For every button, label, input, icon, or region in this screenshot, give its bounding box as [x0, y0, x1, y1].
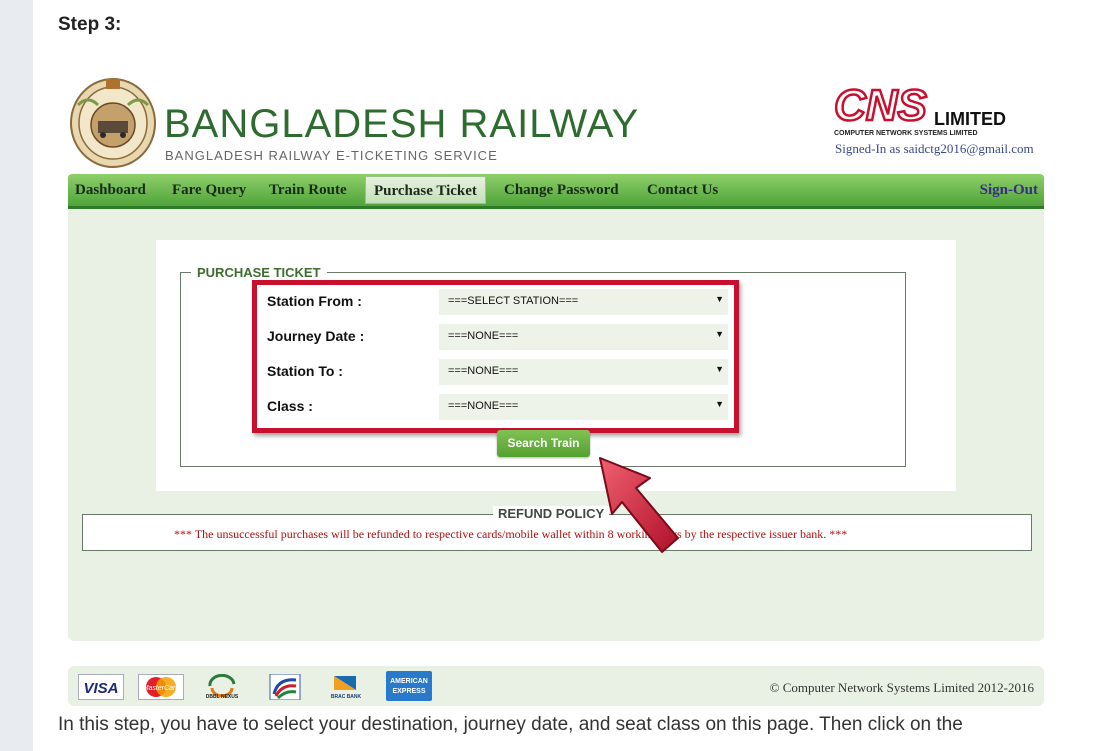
bkash-icon: [269, 674, 301, 700]
nav-change-password[interactable]: Change Password: [504, 182, 619, 199]
class-label: Class :: [267, 398, 313, 414]
refund-policy-box: REFUND POLICY *** The unsuccessful purch…: [82, 506, 1032, 551]
station-from-label: Station From :: [267, 293, 362, 309]
brac-bank-icon: BRAC BANK: [331, 676, 362, 700]
instruction-text: In this step, you have to select your de…: [58, 714, 963, 735]
purchase-panel: PURCHASE TICKET Station From : ===SELECT…: [156, 240, 956, 491]
nav-fare-query[interactable]: Fare Query: [172, 182, 246, 199]
svg-text:DBBL NEXUS: DBBL NEXUS: [206, 694, 239, 700]
partner-fullname: COMPUTER NETWORK SYSTEMS LIMITED: [834, 130, 978, 137]
main-content: PURCHASE TICKET Station From : ===SELECT…: [68, 209, 1044, 641]
row-class: Class : ===NONE=== ▼: [257, 392, 734, 422]
dropdown-caret-icon: ▼: [715, 364, 724, 374]
row-station-to: Station To : ===NONE=== ▼: [257, 357, 734, 387]
purchase-legend: PURCHASE TICKET: [191, 265, 327, 280]
step-heading: Step 3:: [58, 14, 122, 35]
purchase-fieldset: PURCHASE TICKET Station From : ===SELECT…: [180, 265, 906, 467]
journey-date-label: Journey Date :: [267, 328, 365, 344]
dbbl-nexus-icon: DBBL NEXUS: [206, 674, 239, 700]
class-select[interactable]: ===NONE=== ▼: [439, 394, 728, 420]
signed-in-status: Signed-In as saidctg2016@gmail.com: [835, 141, 1034, 156]
highlight-box: Station From : ===SELECT STATION=== ▼ Jo…: [252, 280, 739, 433]
row-journey-date: Journey Date : ===NONE=== ▼: [257, 322, 734, 352]
copyright-text: © Computer Network Systems Limited 2012-…: [769, 680, 1034, 695]
dropdown-caret-icon: ▼: [715, 294, 724, 304]
nav-contact-us[interactable]: Contact Us: [647, 182, 718, 199]
site-header: BANGLADESH RAILWAY BANGLADESH RAILWAY E-…: [66, 72, 1046, 172]
station-from-value: ===SELECT STATION===: [448, 295, 579, 307]
svg-text:BRAC BANK: BRAC BANK: [331, 694, 362, 700]
railway-seal-logo: [70, 78, 156, 168]
main-nav: Dashboard Fare Query Train Route Purchas…: [68, 174, 1044, 209]
svg-text:CNS: CNS: [834, 82, 927, 128]
railway-screenshot: BANGLADESH RAILWAY BANGLADESH RAILWAY E-…: [66, 72, 1046, 708]
search-train-button[interactable]: Search Train: [497, 430, 590, 457]
partner-limited: LIMITED: [934, 109, 1006, 129]
amex-icon: AMERICAN EXPRESS: [386, 671, 432, 701]
sign-out-link[interactable]: Sign-Out: [980, 182, 1038, 199]
nav-dashboard[interactable]: Dashboard: [75, 182, 146, 199]
refund-text: *** The unsuccessful purchases will be r…: [174, 527, 848, 541]
station-to-label: Station To :: [267, 363, 343, 379]
station-to-select[interactable]: ===NONE=== ▼: [439, 359, 728, 385]
mastercard-icon: MasterCard: [138, 674, 184, 700]
class-value: ===NONE===: [448, 400, 519, 412]
dropdown-caret-icon: ▼: [715, 399, 724, 409]
row-station-from: Station From : ===SELECT STATION=== ▼: [257, 287, 734, 317]
svg-text:MasterCard: MasterCard: [143, 685, 181, 692]
visa-icon: VISA: [78, 674, 124, 700]
nav-train-route[interactable]: Train Route: [269, 182, 347, 199]
station-to-value: ===NONE===: [448, 365, 519, 377]
svg-text:AMERICAN: AMERICAN: [390, 678, 428, 685]
site-subtitle: BANGLADESH RAILWAY E-TICKETING SERVICE: [165, 148, 498, 163]
svg-text:EXPRESS: EXPRESS: [392, 688, 425, 695]
pointer-arrow-icon: [599, 457, 679, 553]
station-from-select[interactable]: ===SELECT STATION=== ▼: [439, 289, 728, 315]
site-title: BANGLADESH RAILWAY: [164, 102, 640, 146]
site-footer: VISA MasterCard DBBL NEXUS BRAC BANK AME…: [68, 666, 1044, 706]
cns-logo: CNS: [834, 82, 928, 128]
journey-date-select[interactable]: ===NONE=== ▼: [439, 324, 728, 350]
dropdown-caret-icon: ▼: [715, 329, 724, 339]
article: Step 3: BANGLADESH RAILWAY BANGLADESH RA…: [33, 0, 1106, 751]
nav-purchase-ticket[interactable]: Purchase Ticket: [365, 176, 486, 204]
svg-text:VISA: VISA: [83, 680, 118, 697]
journey-date-value: ===NONE===: [448, 330, 519, 342]
